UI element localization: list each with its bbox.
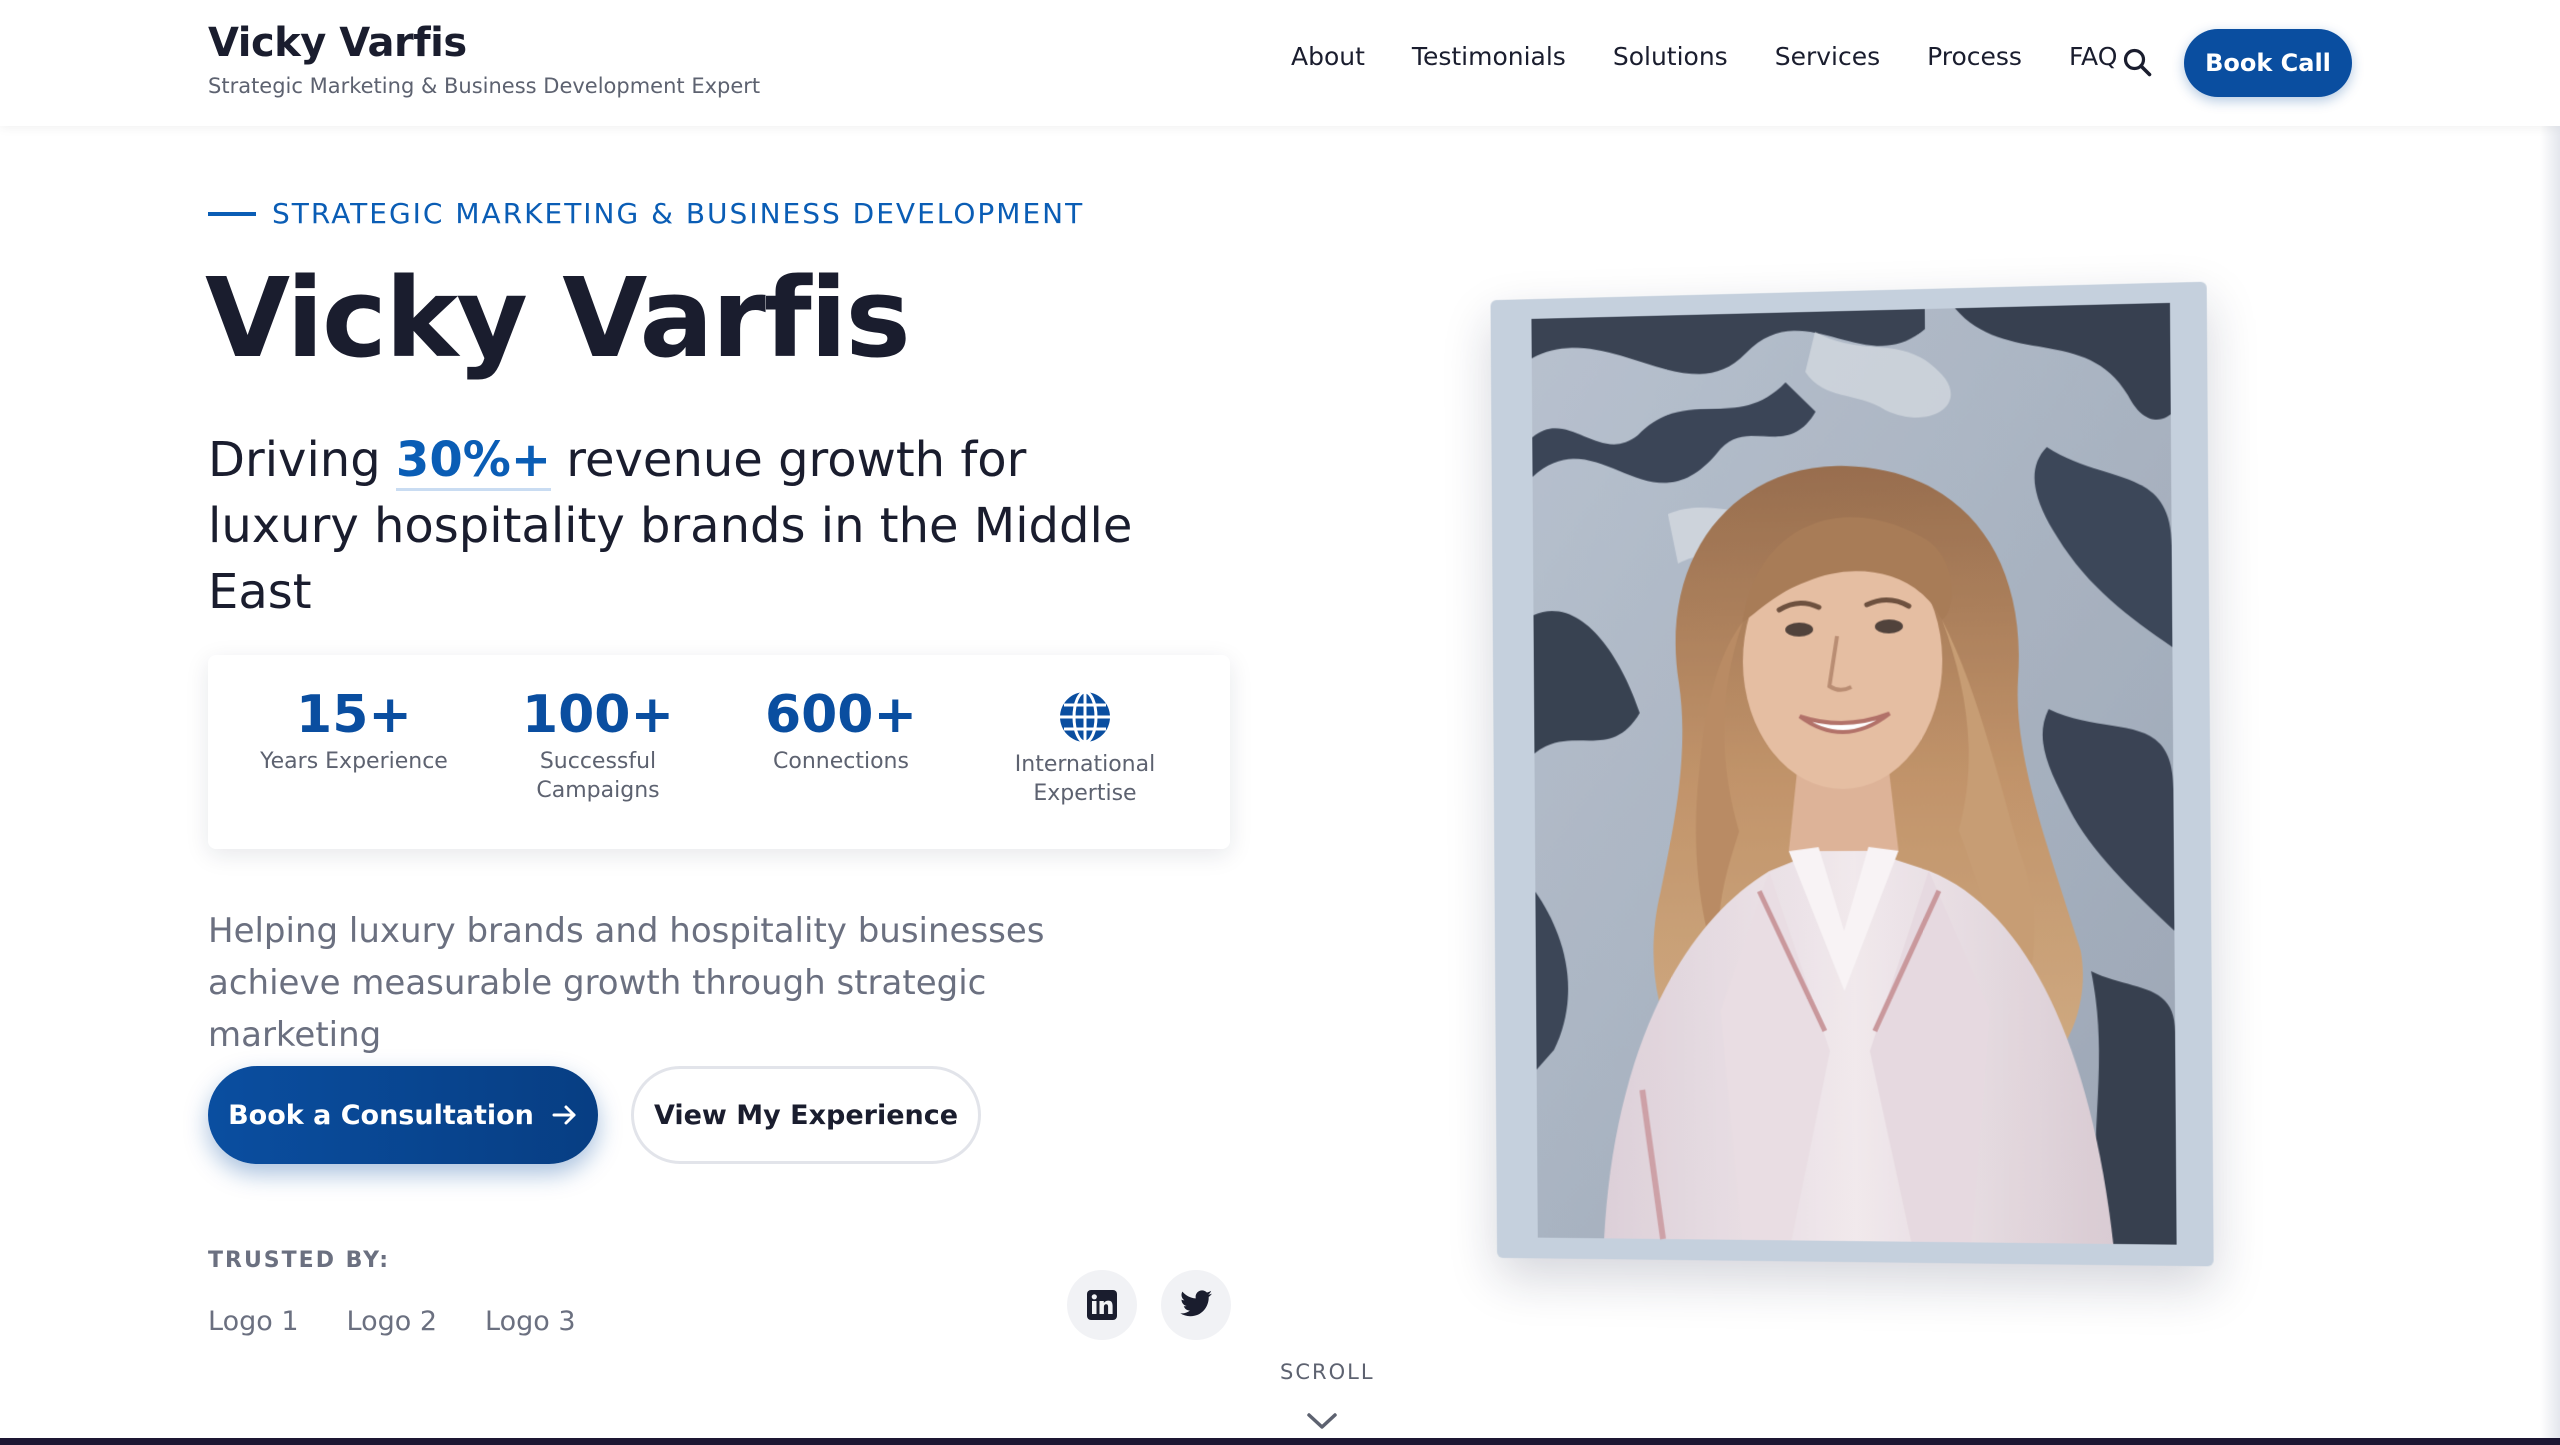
stat-international: International Expertise bbox=[975, 690, 1195, 808]
nav-testimonials[interactable]: Testimonials bbox=[1412, 42, 1566, 71]
portrait-photo bbox=[1490, 281, 2214, 1267]
page: Vicky Varfis Strategic Marketing & Busin… bbox=[0, 0, 2560, 1445]
stat-connections: 600+ Connections bbox=[731, 685, 951, 776]
linkedin-icon bbox=[1087, 1290, 1117, 1320]
book-consultation-button[interactable]: Book a Consultation bbox=[208, 1066, 598, 1164]
hero-eyebrow: STRATEGIC MARKETING & BUSINESS DEVELOPME… bbox=[272, 197, 1085, 230]
scroll-label: SCROLL bbox=[1280, 1360, 1375, 1384]
bottom-edge bbox=[0, 1438, 2560, 1445]
stat-label: Successful Campaigns bbox=[536, 749, 660, 803]
main-nav: About Testimonials Solutions Services Pr… bbox=[1291, 42, 2164, 71]
portrait-illustration bbox=[1531, 302, 2177, 1267]
eyebrow-divider bbox=[208, 212, 256, 216]
hero-headline: Driving 30%+ revenue growth for luxury h… bbox=[208, 427, 1168, 625]
linkedin-link[interactable] bbox=[1067, 1270, 1137, 1340]
view-experience-button[interactable]: View My Experience bbox=[631, 1066, 981, 1164]
trusted-logos: Logo 1 Logo 2 Logo 3 bbox=[208, 1306, 624, 1337]
stat-value: 15+ bbox=[296, 685, 412, 745]
nav-solutions[interactable]: Solutions bbox=[1613, 42, 1728, 71]
hero-title: Vicky Varfis bbox=[205, 254, 911, 382]
nav-about[interactable]: About bbox=[1291, 42, 1365, 71]
headline-highlight: 30%+ bbox=[395, 432, 552, 491]
stat-label: Connections bbox=[773, 749, 909, 774]
headline-text-pre: Driving bbox=[208, 432, 396, 488]
stat-value: 100+ bbox=[521, 685, 675, 745]
nav-faq[interactable]: FAQ bbox=[2069, 42, 2117, 71]
nav-services[interactable]: Services bbox=[1775, 42, 1880, 71]
hero-description: Helping luxury brands and hospitality bu… bbox=[208, 911, 1045, 1055]
partner-logo: Logo 2 bbox=[346, 1306, 438, 1337]
search-icon[interactable] bbox=[2122, 47, 2152, 77]
stats-card: 15+ Years Experience 100+ Successful Cam… bbox=[208, 655, 1230, 849]
stat-label: International Expertise bbox=[1014, 752, 1156, 806]
button-label: Book a Consultation bbox=[228, 1099, 534, 1131]
stat-value: 600+ bbox=[764, 685, 918, 745]
site-header: Vicky Varfis Strategic Marketing & Busin… bbox=[0, 0, 2560, 126]
trusted-by-label: TRUSTED BY: bbox=[208, 1248, 390, 1273]
chevron-down-icon[interactable] bbox=[1305, 1410, 1339, 1432]
stat-label: Years Experience bbox=[260, 749, 448, 774]
brand-tagline: Strategic Marketing & Business Developme… bbox=[208, 74, 761, 98]
twitter-icon bbox=[1180, 1290, 1212, 1317]
partner-logo: Logo 3 bbox=[485, 1306, 576, 1337]
stat-campaigns: 100+ Successful Campaigns bbox=[488, 685, 708, 805]
book-call-button[interactable]: Book Call bbox=[2184, 29, 2352, 97]
twitter-link[interactable] bbox=[1161, 1270, 1231, 1340]
arrow-right-icon bbox=[552, 1105, 576, 1125]
nav-process[interactable]: Process bbox=[1927, 42, 2022, 71]
stat-years: 15+ Years Experience bbox=[244, 685, 464, 776]
partner-logo: Logo 1 bbox=[208, 1306, 299, 1337]
brand-name[interactable]: Vicky Varfis bbox=[208, 20, 467, 66]
right-edge-shade bbox=[2540, 120, 2560, 1445]
globe-icon bbox=[1060, 690, 1110, 744]
